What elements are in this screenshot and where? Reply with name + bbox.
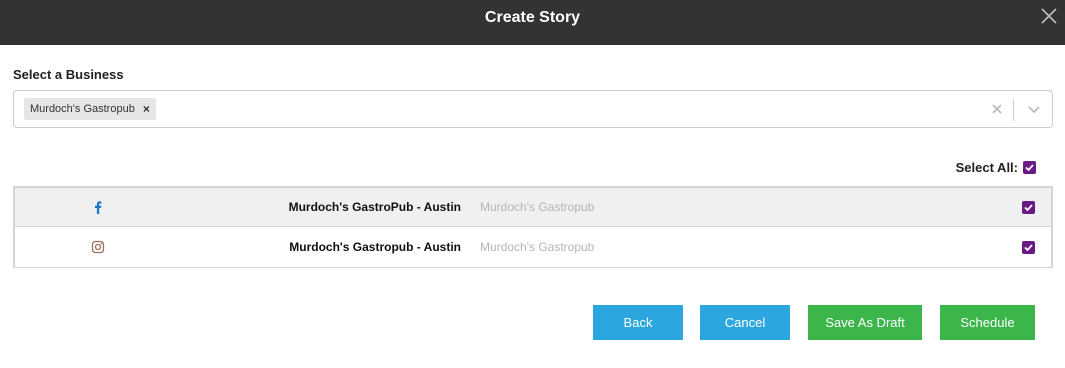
selected-business-chip: Murdoch's Gastropub × [24, 98, 156, 120]
account-business: Murdoch's Gastropub [480, 240, 595, 254]
select-all-label: Select All: [955, 160, 1018, 175]
clear-selection-icon[interactable] [990, 102, 1004, 116]
chip-label: Murdoch's Gastropub [30, 103, 135, 115]
chevron-down-icon[interactable] [1026, 102, 1042, 116]
select-all-checkbox[interactable] [1023, 161, 1036, 174]
instagram-icon [91, 240, 105, 254]
account-checkbox[interactable] [1022, 241, 1035, 254]
chip-remove-icon[interactable]: × [143, 103, 150, 115]
cancel-button[interactable]: Cancel [700, 305, 790, 340]
select-separator [1013, 99, 1014, 121]
business-select[interactable]: Murdoch's Gastropub × [13, 90, 1053, 128]
account-name: Murdoch's GastroPub - Austin [288, 200, 461, 214]
select-all: Select All: [956, 160, 1036, 175]
dialog-title: Create Story [484, 9, 581, 26]
account-checkbox[interactable] [1022, 201, 1035, 214]
accounts-table: Murdoch's GastroPub - Austin Murdoch's G… [13, 186, 1053, 268]
facebook-icon [91, 200, 105, 214]
account-business: Murdoch's Gastropub [480, 200, 595, 214]
save-draft-button[interactable]: Save As Draft [808, 305, 922, 340]
business-select-label: Select a Business [13, 67, 124, 82]
account-name: Murdoch's Gastropub - Austin [289, 240, 461, 254]
table-row[interactable]: Murdoch's Gastropub - Austin Murdoch's G… [15, 228, 1051, 267]
dialog-header: Create Story [0, 0, 1065, 45]
table-row[interactable]: Murdoch's GastroPub - Austin Murdoch's G… [15, 188, 1051, 227]
close-icon[interactable] [1039, 6, 1059, 26]
back-button[interactable]: Back [593, 305, 683, 340]
schedule-button[interactable]: Schedule [940, 305, 1035, 340]
